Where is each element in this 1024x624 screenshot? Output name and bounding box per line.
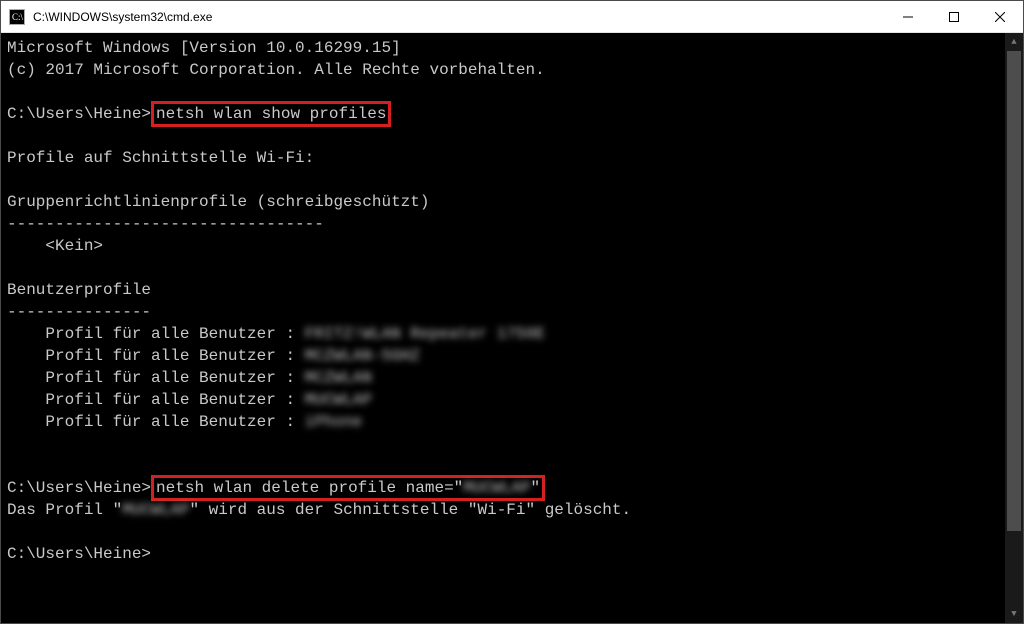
profile-label: Profil für alle Benutzer : [7, 391, 305, 409]
highlighted-command: netsh wlan show profiles [151, 101, 391, 127]
prompt-path: C:\Users\Heine> [7, 105, 151, 123]
profile-row: Profil für alle Benutzer : iPhone [7, 411, 1003, 433]
blank-line [7, 455, 1003, 477]
profile-name-blurred: FRITZ!WLAN Repeater 1750E [305, 325, 545, 343]
minimize-button[interactable] [885, 1, 931, 33]
gp-none: <Kein> [7, 235, 1003, 257]
blank-line [7, 81, 1003, 103]
prompt-line: C:\Users\Heine> netsh wlan show profiles [7, 103, 1003, 125]
prompt-line: C:\Users\Heine> [7, 543, 1003, 565]
scroll-down-arrow-icon[interactable]: ▼ [1005, 605, 1023, 623]
blank-line [7, 521, 1003, 543]
profile-row: Profil für alle Benutzer : MCZWLAN-5GHZ [7, 345, 1003, 367]
close-button[interactable] [977, 1, 1023, 33]
terminal-output[interactable]: Microsoft Windows [Version 10.0.16299.15… [1, 33, 1005, 623]
profile-name-blurred: iPhone [305, 413, 363, 431]
blank-line [7, 169, 1003, 191]
separator: --------------- [7, 301, 1003, 323]
profile-label: Profil für alle Benutzer : [7, 369, 305, 387]
scrollbar[interactable]: ▲ ▼ [1005, 33, 1023, 623]
prompt-line: C:\Users\Heine>netsh wlan delete profile… [7, 477, 1003, 499]
user-header: Benutzerprofile [7, 279, 1003, 301]
terminal-area: Microsoft Windows [Version 10.0.16299.15… [1, 33, 1023, 623]
command-arg-blurred: MUCWLAP [463, 479, 530, 497]
profile-label: Profil für alle Benutzer : [7, 347, 305, 365]
gp-header: Gruppenrichtlinienprofile (schreibgeschü… [7, 191, 1003, 213]
profile-label: Profil für alle Benutzer : [7, 413, 305, 431]
titlebar[interactable]: C:\ C:\WINDOWS\system32\cmd.exe [1, 1, 1023, 33]
profile-name-blurred: MUCWLAP [305, 391, 372, 409]
blank-line [7, 433, 1003, 455]
profile-row: Profil für alle Benutzer : MUCWLAP [7, 389, 1003, 411]
prompt-path: C:\Users\Heine> [7, 479, 151, 497]
command-text: netsh wlan show profiles [156, 105, 386, 123]
scroll-up-arrow-icon[interactable]: ▲ [1005, 33, 1023, 51]
profile-label: Profil für alle Benutzer : [7, 325, 305, 343]
scroll-thumb[interactable] [1007, 51, 1021, 531]
command-text: " [531, 479, 541, 497]
blank-line [7, 125, 1003, 147]
msg-text: " wird aus der Schnittstelle "Wi-Fi" gel… [189, 501, 631, 519]
msg-text: Das Profil " [7, 501, 122, 519]
banner-line: Microsoft Windows [Version 10.0.16299.15… [7, 37, 1003, 59]
msg-blurred: MUCWLAP [122, 501, 189, 519]
profile-name-blurred: MCZWLAN-5GHZ [305, 347, 420, 365]
maximize-button[interactable] [931, 1, 977, 33]
profile-row: Profil für alle Benutzer : MCZWLAN [7, 367, 1003, 389]
profile-row: Profil für alle Benutzer : FRITZ!WLAN Re… [7, 323, 1003, 345]
highlighted-command: netsh wlan delete profile name="MUCWLAP" [151, 475, 545, 501]
profile-name-blurred: MCZWLAN [305, 369, 372, 387]
svg-text:C:\: C:\ [12, 12, 24, 22]
command-text: netsh wlan delete profile name=" [156, 479, 463, 497]
prompt-path: C:\Users\Heine> [7, 545, 151, 563]
separator: --------------------------------- [7, 213, 1003, 235]
section-header: Profile auf Schnittstelle Wi-Fi: [7, 147, 1003, 169]
cmd-window: C:\ C:\WINDOWS\system32\cmd.exe Microsof… [0, 0, 1024, 624]
window-title: C:\WINDOWS\system32\cmd.exe [33, 10, 212, 24]
cmd-icon: C:\ [9, 9, 25, 25]
banner-line: (c) 2017 Microsoft Corporation. Alle Rec… [7, 59, 1003, 81]
delete-result: Das Profil "MUCWLAP" wird aus der Schnit… [7, 499, 1003, 521]
blank-line [7, 257, 1003, 279]
